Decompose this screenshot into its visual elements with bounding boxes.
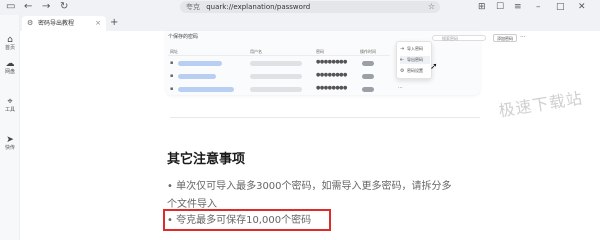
site-chip: 夸克 — [186, 3, 200, 11]
section-divider — [170, 117, 480, 118]
time-placeholder — [362, 87, 374, 92]
import-icon: ⇥ — [400, 46, 405, 52]
address-bar[interactable]: 夸克 quark://explanation/password ☆ — [180, 1, 440, 13]
browser-window: ▭ ← → ↻ 夸克 quark://explanation/password … — [0, 0, 600, 240]
site-icon: ▪ — [170, 73, 174, 79]
row-more-icon: ··· — [398, 85, 403, 91]
sidebar-item-label: 工具 — [4, 107, 15, 113]
left-sidebar: ⌂ 首页 ☁ 网盘 ⌖ 工具 ➤ 快传 — [0, 15, 20, 240]
send-icon: ➤ — [6, 135, 14, 145]
menu-item-export: ⇤ 导出密码 — [400, 56, 430, 64]
sidebar-item-transfer[interactable]: ➤ 快传 — [0, 135, 20, 151]
add-password-button: 添加密码 — [493, 34, 517, 42]
sidebar-item-tools[interactable]: ⌖ 工具 — [0, 97, 20, 113]
refresh-icon[interactable]: ↻ — [60, 1, 68, 13]
export-icon: ⇤ — [400, 57, 405, 63]
scan-icon: ⌖ — [7, 97, 13, 107]
screenshot-icon[interactable]: ⊞ — [478, 1, 486, 13]
sidebar-item-label: 首页 — [4, 45, 15, 51]
tab-password-export[interactable]: ⚙ 密码导出教程 × — [22, 16, 106, 31]
gear-icon: ⚙ — [27, 19, 34, 27]
cloud-icon: ☁ — [5, 59, 15, 69]
close-icon[interactable]: ✕ — [578, 1, 586, 13]
url-placeholder — [178, 74, 216, 79]
new-tab-icon[interactable]: + — [110, 16, 118, 30]
sidebar-item-cloud[interactable]: ☁ 网盘 — [0, 59, 20, 75]
more-options-icon: ··· — [520, 34, 526, 41]
watermark: 极速下载站 — [497, 88, 585, 121]
settings-icon: ⚙ — [400, 68, 405, 74]
highlight-box — [163, 209, 331, 231]
section-heading: 其它注意事项 — [167, 152, 246, 167]
maximize-icon[interactable]: □ — [556, 1, 565, 13]
saved-passwords-title: 个保存的密码 — [168, 34, 199, 40]
tab-close-icon[interactable]: × — [95, 16, 101, 31]
menu-item-label: 密码设置 — [407, 68, 423, 73]
forward-icon[interactable]: → — [42, 1, 50, 13]
menu-item-label: 导入密码 — [407, 46, 423, 51]
tab-bar: ⚙ 密码导出教程 × + — [20, 15, 600, 31]
menu-item-label: 导出密码 — [407, 57, 423, 62]
article-content: 个保存的密码 搜索密码 添加密码 ··· 网址 用户名 密码 操作时间 ▪ ●●… — [20, 31, 600, 240]
minimize-icon[interactable]: – — [536, 1, 541, 13]
sidebar-item-label: 快传 — [4, 145, 15, 151]
username-placeholder — [250, 74, 302, 79]
url-text: quark://explanation/password — [206, 3, 311, 11]
menu-icon[interactable]: ≡ — [514, 1, 522, 13]
masked-password: ●●●●●●●● — [316, 59, 347, 65]
tab-title: 密码导出教程 — [38, 20, 75, 27]
top-toolbar: ▭ ← → ↻ 夸克 quark://explanation/password … — [0, 0, 600, 15]
bookmarks-icon[interactable]: ☐ — [496, 1, 504, 13]
password-search-box: 搜索密码 — [432, 35, 486, 41]
sidebar-item-label: 网盘 — [4, 69, 15, 75]
site-icon: ▪ — [170, 60, 174, 66]
masked-password: ●●●●●●●● — [316, 72, 347, 78]
url-placeholder — [178, 87, 234, 92]
table-divider — [168, 55, 390, 56]
back-icon[interactable]: ← — [24, 1, 32, 13]
sidebar-item-home[interactable]: ⌂ 首页 — [0, 35, 20, 51]
username-placeholder — [250, 61, 302, 66]
username-placeholder — [250, 87, 302, 92]
sidebar-toggle-icon[interactable]: ▭ — [6, 1, 15, 13]
time-placeholder — [362, 74, 374, 79]
masked-password: ●●●●●●●● — [316, 85, 347, 91]
url-placeholder — [178, 61, 222, 66]
bookmark-star-icon[interactable]: ☆ — [428, 1, 435, 13]
menu-item-settings: ⚙ 密码设置 — [400, 67, 430, 75]
home-icon: ⌂ — [7, 35, 13, 45]
menu-item-import: ⇥ 导入密码 — [400, 45, 430, 53]
password-context-menu: ⇥ 导入密码 ⇤ 导出密码 ⚙ 密码设置 — [396, 41, 432, 79]
time-placeholder — [362, 61, 374, 66]
embedded-screenshot: 个保存的密码 搜索密码 添加密码 ··· 网址 用户名 密码 操作时间 ▪ ●●… — [166, 31, 526, 95]
mouse-cursor-icon: ➚ — [430, 62, 438, 72]
site-icon: ▪ — [170, 86, 174, 92]
